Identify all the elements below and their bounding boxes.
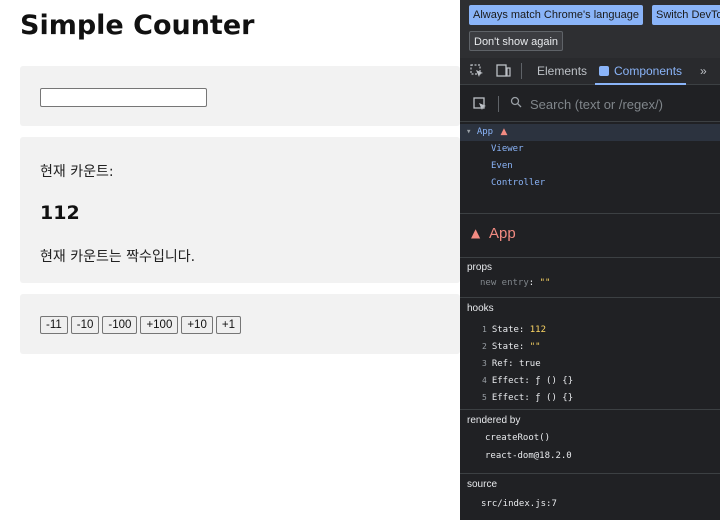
tree-item-controller[interactable]: Controller — [460, 175, 720, 192]
source-title: source — [467, 479, 498, 490]
rendered-by-item: createRoot() — [485, 433, 551, 443]
hook-value: 112 — [529, 325, 547, 335]
inspect-element-icon[interactable] — [470, 64, 484, 78]
dont-show-again-button[interactable]: Don't show again — [469, 31, 564, 51]
entry-input[interactable] — [40, 88, 207, 107]
rendered-by-section: rendered by createRoot() react-dom@18.2.… — [460, 411, 720, 474]
hook-row[interactable]: 3 Ref: true — [460, 355, 720, 372]
hook-row[interactable]: 4 Effect: ƒ () {} — [460, 372, 720, 389]
plus-1-button[interactable]: +1 — [215, 316, 241, 334]
tree-item-app-label: App — [476, 127, 494, 137]
parity-text: 현재 카운트는 짝수입니다. — [40, 249, 196, 265]
tab-components-label: Components — [614, 64, 683, 78]
tab-components[interactable]: Components — [595, 58, 687, 85]
plus-10-button[interactable]: +10 — [181, 316, 213, 334]
more-tabs-button[interactable]: » — [700, 58, 707, 85]
props-value: "" — [539, 278, 551, 288]
count-label: 현재 카운트: — [40, 164, 114, 180]
devtools-toolbar: Elements Components » — [460, 58, 720, 85]
toolbar-divider — [521, 63, 522, 79]
hook-label: Effect: — [491, 376, 530, 386]
hook-index: 4 — [482, 376, 487, 385]
hook-label: Effect: — [491, 393, 530, 403]
warning-icon: ▲ — [500, 127, 508, 137]
props-section: props new entry: "" — [460, 258, 720, 298]
tree-item-viewer[interactable]: Viewer — [460, 141, 720, 158]
props-new-entry[interactable]: new entry: "" — [460, 275, 720, 292]
hook-value: "" — [529, 342, 541, 352]
hook-row[interactable]: 2 State: "" — [460, 338, 720, 355]
hook-value: ƒ () {} — [535, 376, 574, 386]
hooks-title: hooks — [467, 303, 494, 314]
source-file-link[interactable]: src/index.js:7 — [460, 496, 720, 513]
app-page: Simple Counter 현재 카운트: 112 현재 카운트는 짝수입니다… — [0, 0, 460, 520]
hook-label: State: — [491, 325, 525, 335]
hook-index: 3 — [482, 359, 487, 368]
page-title: Simple Counter — [20, 10, 255, 41]
viewer-panel: 현재 카운트: 112 현재 카운트는 짝수입니다. — [20, 137, 460, 283]
minus-100-button[interactable]: -100 — [102, 316, 138, 334]
collapse-caret-icon[interactable]: ▾ — [466, 127, 471, 137]
component-search-input[interactable] — [530, 95, 710, 113]
device-toolbar-icon[interactable] — [496, 64, 511, 78]
plus-100-button[interactable]: +100 — [140, 316, 179, 334]
devtools-panel: Always match Chrome's language Switch De… — [460, 0, 720, 520]
rendered-by-title: rendered by — [467, 415, 521, 426]
props-title: props — [467, 262, 493, 273]
tree-item-app[interactable]: ▾ App ▲ — [460, 124, 720, 141]
hook-row[interactable]: 1 State: 112 — [460, 321, 720, 338]
controller-panel: -11 -10 -100 +100 +10 +1 — [20, 294, 460, 354]
search-divider — [498, 96, 499, 112]
search-icon — [510, 96, 522, 111]
hook-label: State: — [491, 342, 525, 352]
selected-component-header: ▲ App — [460, 214, 720, 258]
hook-row[interactable]: 5 Effect: ƒ () {} — [460, 389, 720, 406]
component-tree: ▾ App ▲ Viewer Even Controller — [460, 123, 720, 213]
minus-10-button[interactable]: -10 — [70, 316, 100, 334]
switch-devtools-button[interactable]: Switch DevTo — [652, 5, 720, 25]
select-component-icon[interactable] — [473, 97, 487, 111]
tree-item-even[interactable]: Even — [460, 158, 720, 175]
count-value: 112 — [40, 202, 80, 224]
counter-button-row: -11 -10 -100 +100 +10 +1 — [40, 316, 241, 334]
minus-11-button[interactable]: -11 — [40, 316, 68, 334]
props-colon: : — [528, 278, 540, 288]
rendered-by-item: react-dom@18.2.0 — [485, 451, 572, 461]
props-key: new entry — [480, 278, 529, 288]
hook-value: true — [518, 359, 541, 369]
component-search-bar — [460, 86, 720, 122]
warning-icon: ▲ — [471, 226, 481, 240]
hook-value: ƒ () {} — [535, 393, 574, 403]
hook-label: Ref: — [491, 359, 514, 369]
hook-index: 5 — [482, 393, 487, 402]
hook-index: 2 — [482, 342, 487, 351]
source-section: source src/index.js:7 — [460, 475, 720, 520]
input-panel — [20, 66, 460, 126]
hooks-section: hooks 1 State: 112 2 State: "" 3 Ref: true … — [460, 299, 720, 410]
language-infobar: Always match Chrome's language Switch De… — [460, 0, 720, 58]
match-language-button[interactable]: Always match Chrome's language — [469, 5, 643, 25]
selected-component-name: App — [489, 225, 516, 242]
react-icon — [599, 66, 609, 76]
hook-index: 1 — [482, 325, 487, 334]
tab-elements[interactable]: Elements — [537, 58, 587, 85]
